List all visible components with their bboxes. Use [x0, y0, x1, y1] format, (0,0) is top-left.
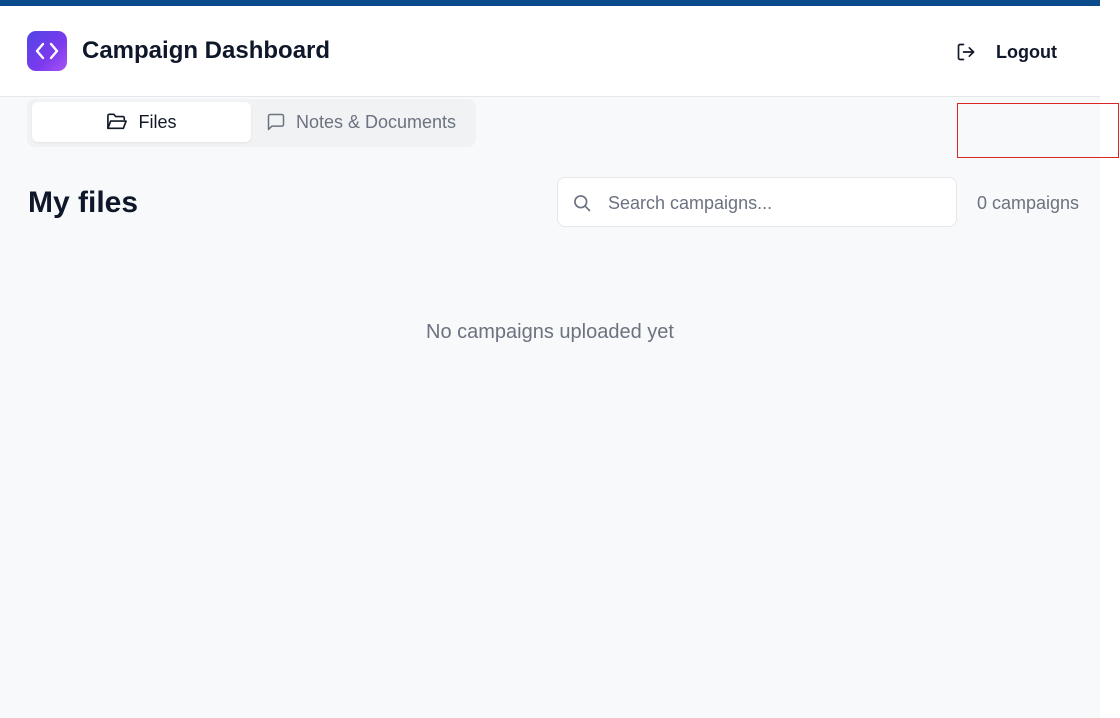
- page-title: My files: [28, 186, 139, 219]
- search-input[interactable]: [608, 188, 938, 218]
- app-logo: [27, 31, 67, 71]
- tab-notes-documents-label: Notes & Documents: [295, 111, 457, 132]
- app-page: Campaign Dashboard Logout Files Notes & …: [0, 6, 1100, 718]
- empty-state-message: No campaigns uploaded yet: [426, 321, 674, 343]
- folder-open-icon: [107, 113, 128, 130]
- message-square-icon: [267, 113, 285, 131]
- search-icon: [574, 195, 591, 212]
- tab-files-label: Files: [138, 111, 177, 132]
- tab-notes-documents[interactable]: Notes & Documents: [265, 102, 457, 142]
- highlight-outline: [957, 103, 1119, 158]
- logout-arrow-icon: [957, 43, 975, 61]
- search-box: [557, 177, 957, 227]
- view-tabs: Files Notes & Documents: [27, 99, 476, 147]
- logout-label: Logout: [996, 41, 1057, 62]
- tab-files[interactable]: Files: [32, 102, 251, 142]
- logout-button[interactable]: Logout: [956, 39, 1057, 65]
- campaign-count: 0 campaigns: [977, 193, 1080, 213]
- code-brackets-icon: [35, 42, 59, 60]
- app-title: Campaign Dashboard: [82, 37, 331, 64]
- app-header: Campaign Dashboard Logout: [0, 6, 1100, 97]
